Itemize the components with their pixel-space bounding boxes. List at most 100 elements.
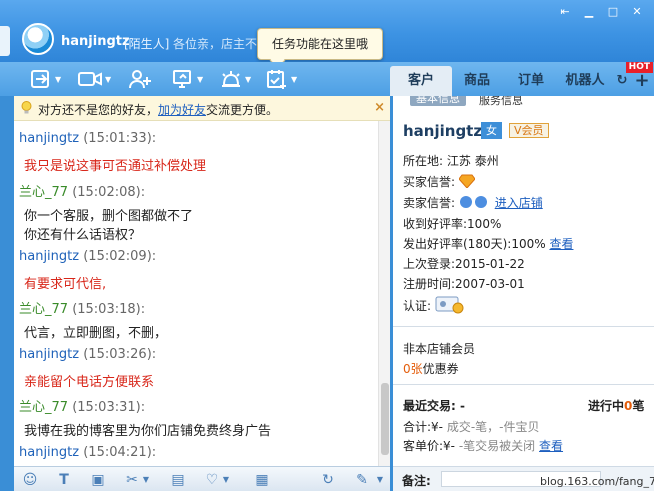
recent-trade-row: 最近交易: -: [403, 397, 465, 414]
tab-customer[interactable]: 客户: [390, 66, 452, 96]
quick-phrase-menu-icon[interactable]: ▼: [372, 472, 388, 488]
diamond-icon: [458, 174, 476, 189]
view-closed-link[interactable]: 查看: [539, 439, 563, 453]
good-rate-row: 收到好评率:100%: [403, 215, 501, 232]
window-edge: [0, 26, 10, 56]
divider: [393, 326, 654, 327]
last-login-label: 上次登录:: [403, 257, 456, 271]
alarm-icon: [222, 71, 240, 87]
total-row: 合计:¥- 成交-笔，-件宝贝: [403, 418, 540, 435]
last-login-value: 2015-01-22: [455, 257, 525, 271]
tab-robot[interactable]: 机器人: [560, 66, 610, 96]
quick-phrase-icon[interactable]: ✎: [354, 472, 370, 488]
view-rate-link[interactable]: 查看: [549, 237, 573, 251]
customer-name[interactable]: hanjingtz: [403, 122, 482, 140]
message-time: (15:03:26):: [83, 347, 157, 362]
notice-prefix: 对方还不是您的好友，: [38, 103, 159, 117]
vip-badge: V会员: [509, 123, 549, 138]
seller-heart-icon: [459, 196, 487, 208]
send-file-button[interactable]: ▼: [30, 68, 61, 90]
message-header: 兰心_77 (15:03:18):: [19, 298, 145, 317]
add-friend-link[interactable]: 加为好友: [158, 103, 206, 117]
sent-rate-label: 发出好评率(180天):: [403, 237, 512, 251]
seller-credit-row: 卖家信誉: 进入店铺: [403, 194, 543, 211]
message-text: 我只是说这事可否通过补偿处理: [24, 159, 207, 174]
recent-trade-value: -: [460, 399, 465, 413]
friend-notice: 对方还不是您的好友，加为好友交流更方便。 ×: [14, 96, 390, 121]
vip-icon: V: [514, 124, 522, 137]
sent-rate-row: 发出好评率(180天):100% 查看: [403, 235, 573, 252]
message-text: 我博在我的博客里为你们店铺免费终身广告: [24, 424, 272, 439]
chat-toolbar: ▼ ▼ ▼ ▼ ▼: [0, 62, 390, 96]
last-login-row: 上次登录:2015-01-22: [403, 255, 525, 272]
tab-service-info[interactable]: 服务信息: [479, 96, 523, 108]
tab-products[interactable]: 商品: [452, 66, 502, 96]
tab-basic-info[interactable]: 基本信息: [410, 96, 466, 106]
minimize-icon[interactable]: ▁: [582, 6, 596, 18]
message-text: 代言，立即删图，不删，: [24, 326, 168, 341]
history-icon[interactable]: ▤: [170, 472, 186, 488]
good-rate-label: 收到好评率:: [403, 217, 468, 231]
pin-icon[interactable]: ⇤: [558, 6, 572, 18]
maximize-icon[interactable]: □: [606, 6, 620, 18]
message-text: 有要求可代信,: [24, 277, 107, 292]
contact-signature: 各位亲，店主不: [173, 37, 258, 51]
certification-icon[interactable]: [435, 296, 465, 314]
scissors-menu-icon[interactable]: ▼: [138, 472, 154, 488]
coupon-row: 0张优惠券: [403, 360, 459, 377]
calculator-icon[interactable]: ▦: [254, 472, 270, 488]
message-sender: hanjingtz: [19, 347, 80, 362]
video-button[interactable]: ▼: [78, 68, 111, 90]
cert-row: 认证:: [403, 296, 465, 314]
remarks-label: 备注:: [402, 474, 431, 488]
hot-badge: HOT: [625, 62, 653, 73]
tab-orders[interactable]: 订单: [506, 66, 556, 96]
closed-row: 客单价:¥- -笔交易被关闭 查看: [403, 437, 563, 454]
message-time: (15:01:33):: [83, 131, 157, 146]
task-tooltip: 任务功能在这里哦: [257, 28, 383, 60]
video-icon: [78, 72, 102, 86]
message-sender: 兰心_77: [19, 400, 69, 415]
title-bar: hanjingtz [陌生人] 各位亲，店主不 任务功能在这里哦 ⇤ ▁ □ ✕: [0, 0, 654, 62]
good-rate-value: 100%: [467, 217, 502, 231]
screen-share-icon: [173, 70, 191, 88]
enter-shop-link[interactable]: 进入店铺: [495, 196, 543, 210]
contact-nickname: hanjingtz: [61, 34, 130, 49]
message-time: (15:02:09):: [83, 249, 157, 264]
alarm-button[interactable]: ▼: [220, 68, 251, 90]
screen-share-button[interactable]: ▼: [172, 68, 203, 90]
refresh-icon[interactable]: ↻: [320, 472, 336, 488]
message-header: hanjingtz (15:03:26):: [19, 347, 156, 362]
chat-scrollbar[interactable]: [378, 121, 390, 466]
font-icon[interactable]: T: [56, 472, 72, 488]
avatar[interactable]: [22, 23, 54, 55]
total-detail: 成交-笔，-件宝贝: [446, 420, 540, 434]
divider: [393, 384, 654, 385]
image-icon[interactable]: ▣: [90, 472, 106, 488]
total-value: ¥-: [431, 420, 444, 434]
message-text: 你还有什么话语权？: [24, 228, 142, 243]
location-label: 所在地:: [403, 154, 444, 168]
message-header: hanjingtz (15:01:33):: [19, 131, 156, 146]
heart-menu-icon[interactable]: ▼: [218, 472, 234, 488]
in-progress-row: 进行中0笔: [588, 397, 644, 414]
notice-suffix: 交流更方便。: [206, 103, 279, 117]
register-row: 注册时间:2007-03-01: [403, 275, 525, 292]
scrollbar-thumb[interactable]: [381, 383, 389, 455]
close-icon[interactable]: ✕: [630, 6, 644, 18]
close-notice-icon[interactable]: ×: [374, 100, 385, 115]
buyer-credit-label: 买家信誉:: [403, 175, 456, 189]
coupon-count: 0张: [403, 362, 423, 376]
location-row: 所在地: 江苏 泰州: [403, 152, 499, 169]
message-header: hanjingtz (15:04:21):: [19, 445, 156, 460]
task-button[interactable]: ▼: [266, 68, 297, 90]
member-status: 非本店铺会员: [403, 342, 476, 356]
add-contact-button[interactable]: [128, 68, 152, 90]
message-sender: 兰心_77: [19, 185, 69, 200]
closed-detail: -笔交易被关闭: [458, 439, 536, 453]
recent-trade-label: 最近交易:: [403, 399, 456, 413]
message-sender: hanjingtz: [19, 131, 80, 146]
emoji-icon[interactable]: ☺: [22, 472, 38, 488]
chat-history[interactable]: hanjingtz (15:01:33): 我只是说这事可否通过补偿处理 兰心_…: [14, 121, 390, 466]
register-label: 注册时间:: [403, 277, 456, 291]
